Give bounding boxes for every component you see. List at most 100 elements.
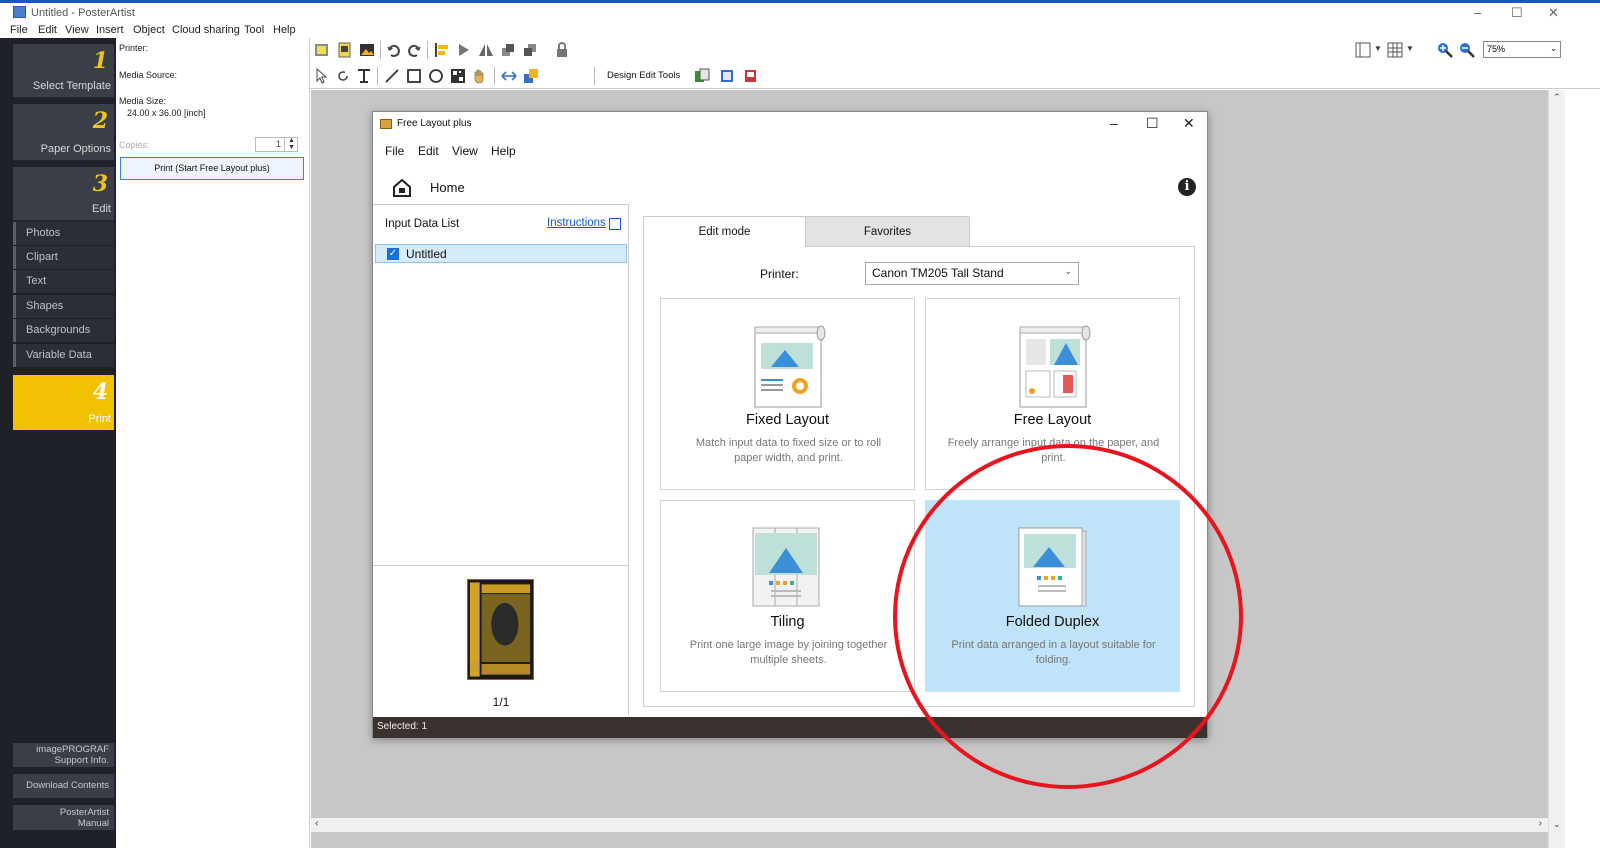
- undo-icon[interactable]: [386, 42, 402, 58]
- step-select-template[interactable]: 1 Select Template: [13, 44, 114, 98]
- layout-grid-icon[interactable]: [1355, 42, 1371, 58]
- free-layout-card[interactable]: Free Layout Freely arrange input data on…: [925, 298, 1180, 490]
- image-icon[interactable]: [359, 42, 375, 58]
- instructions-link[interactable]: Instructions: [547, 217, 606, 229]
- dialog-menu-view[interactable]: View: [452, 144, 478, 158]
- manual-button[interactable]: PosterArtist Manual: [13, 805, 114, 830]
- edit-item-variable-data[interactable]: Variable Data: [13, 344, 114, 367]
- tiling-card[interactable]: Tiling Print one large image by joining …: [660, 500, 915, 692]
- spin-down-icon[interactable]: ▼: [285, 144, 298, 151]
- dialog-minimize-button[interactable]: –: [1110, 115, 1118, 131]
- external-link-icon[interactable]: [609, 218, 621, 230]
- copy-design-icon[interactable]: [694, 68, 710, 84]
- menu-help[interactable]: Help: [273, 24, 296, 36]
- button-line: Manual: [77, 818, 109, 829]
- copies-stepper[interactable]: ▲ ▼: [284, 137, 298, 152]
- edit-item-text[interactable]: Text: [13, 270, 114, 293]
- line-tool-icon[interactable]: [384, 68, 400, 84]
- menu-object[interactable]: Object: [133, 24, 165, 36]
- scroll-down-icon[interactable]: ⌄: [1553, 819, 1561, 830]
- zoom-out-icon[interactable]: [1459, 42, 1475, 58]
- hand-pan-icon[interactable]: [471, 68, 487, 84]
- button-line: Support Info.: [54, 755, 109, 766]
- home-icon[interactable]: [393, 179, 411, 197]
- minimize-button[interactable]: –: [1474, 5, 1481, 20]
- scroll-up-icon[interactable]: ⌃: [1553, 92, 1561, 103]
- zoom-select[interactable]: 75% ⌄: [1483, 41, 1561, 58]
- document-icon[interactable]: [337, 42, 353, 58]
- dialog-menu-edit[interactable]: Edit: [418, 144, 439, 158]
- text-tool-icon[interactable]: [356, 68, 372, 84]
- menu-cloud-sharing[interactable]: Cloud sharing: [172, 24, 240, 36]
- pointer-icon[interactable]: [314, 68, 330, 84]
- menu-view[interactable]: View: [65, 24, 89, 36]
- zoom-value: 75%: [1487, 44, 1506, 54]
- menu-tool[interactable]: Tool: [244, 24, 264, 36]
- list-item[interactable]: ✓ Untitled: [375, 244, 627, 263]
- menu-file[interactable]: File: [10, 24, 28, 36]
- spin-up-icon[interactable]: ▲: [285, 137, 298, 144]
- dialog-close-button[interactable]: ✕: [1183, 115, 1195, 132]
- fixed-layout-card[interactable]: Fixed Layout Match input data to fixed s…: [660, 298, 915, 490]
- close-button[interactable]: ✕: [1548, 5, 1559, 21]
- distribute-icon[interactable]: [456, 42, 472, 58]
- zoom-in-icon[interactable]: [1437, 42, 1453, 58]
- card-description: Print one large image by joining togethe…: [689, 639, 888, 666]
- toolbar-separator: [494, 67, 495, 85]
- chevron-down-icon[interactable]: ▼: [1374, 44, 1382, 53]
- grid-icon[interactable]: [1387, 42, 1403, 58]
- button-line: PosterArtist: [59, 807, 109, 818]
- step-print[interactable]: 4 Print: [13, 375, 114, 431]
- swap-icon[interactable]: [501, 68, 517, 84]
- edit-item-shapes[interactable]: Shapes: [13, 295, 114, 318]
- send-back-icon[interactable]: [522, 42, 538, 58]
- align-icon[interactable]: [434, 42, 450, 58]
- mode-selection-pane: Edit mode Favorites Printer: Canon TM205…: [643, 216, 1195, 707]
- menu-insert[interactable]: Insert: [96, 24, 124, 36]
- vertical-scrollbar[interactable]: ⌃ ⌄: [1548, 90, 1565, 848]
- paste-design-icon[interactable]: [719, 68, 735, 84]
- print-start-button[interactable]: Print (Start Free Layout plus): [120, 157, 304, 180]
- home-label[interactable]: Home: [430, 180, 465, 195]
- flip-icon[interactable]: [478, 42, 494, 58]
- step-paper-options[interactable]: 2 Paper Options: [13, 104, 114, 161]
- delete-design-icon[interactable]: [743, 68, 759, 84]
- rectangle-tool-icon[interactable]: [406, 68, 422, 84]
- poster-thumbnail[interactable]: [467, 579, 534, 680]
- menu-edit[interactable]: Edit: [38, 24, 57, 36]
- tab-favorites[interactable]: Favorites: [806, 216, 970, 247]
- step-number: 3: [92, 171, 108, 197]
- window-title: Untitled - PosterArtist: [31, 7, 135, 19]
- rotate-icon[interactable]: [335, 68, 351, 84]
- horizontal-scrollbar[interactable]: ‹ ›: [311, 818, 1548, 832]
- edit-item-label: Shapes: [26, 300, 64, 312]
- ellipse-tool-icon[interactable]: [428, 68, 444, 84]
- edit-item-backgrounds[interactable]: Backgrounds: [13, 319, 114, 342]
- printer-select[interactable]: Canon TM205 Tall Stand ⌄: [865, 262, 1079, 285]
- page-setup-icon[interactable]: [314, 42, 330, 58]
- layers-icon[interactable]: [523, 68, 539, 84]
- checkbox-checked[interactable]: ✓: [387, 248, 399, 260]
- dialog-menu-help[interactable]: Help: [491, 144, 516, 158]
- lock-icon[interactable]: [554, 42, 570, 58]
- maximize-button[interactable]: ☐: [1511, 5, 1523, 21]
- redo-icon[interactable]: [406, 42, 422, 58]
- dialog-status-bar: Selected: 1: [373, 717, 1207, 738]
- qr-code-icon[interactable]: [450, 68, 466, 84]
- dialog-title: Free Layout plus: [397, 118, 472, 129]
- chevron-down-icon[interactable]: ▼: [1406, 44, 1414, 53]
- bring-front-icon[interactable]: [500, 42, 516, 58]
- info-icon[interactable]: i: [1178, 178, 1196, 196]
- fixed-layout-icon: [754, 325, 826, 408]
- scroll-left-icon[interactable]: ‹: [315, 818, 318, 829]
- edit-item-photos[interactable]: Photos: [13, 222, 114, 245]
- tab-edit-mode[interactable]: Edit mode: [643, 216, 806, 247]
- download-contents-button[interactable]: Download Contents: [13, 774, 114, 798]
- dialog-menu-file[interactable]: File: [385, 144, 404, 158]
- edit-item-clipart[interactable]: Clipart: [13, 246, 114, 269]
- step-edit[interactable]: 3 Edit: [13, 167, 114, 221]
- folded-duplex-card[interactable]: Folded Duplex Print data arranged in a l…: [925, 500, 1180, 692]
- support-info-button[interactable]: imagePROGRAF Support Info.: [13, 743, 114, 767]
- scroll-right-icon[interactable]: ›: [1539, 818, 1542, 829]
- dialog-maximize-button[interactable]: ☐: [1146, 115, 1159, 132]
